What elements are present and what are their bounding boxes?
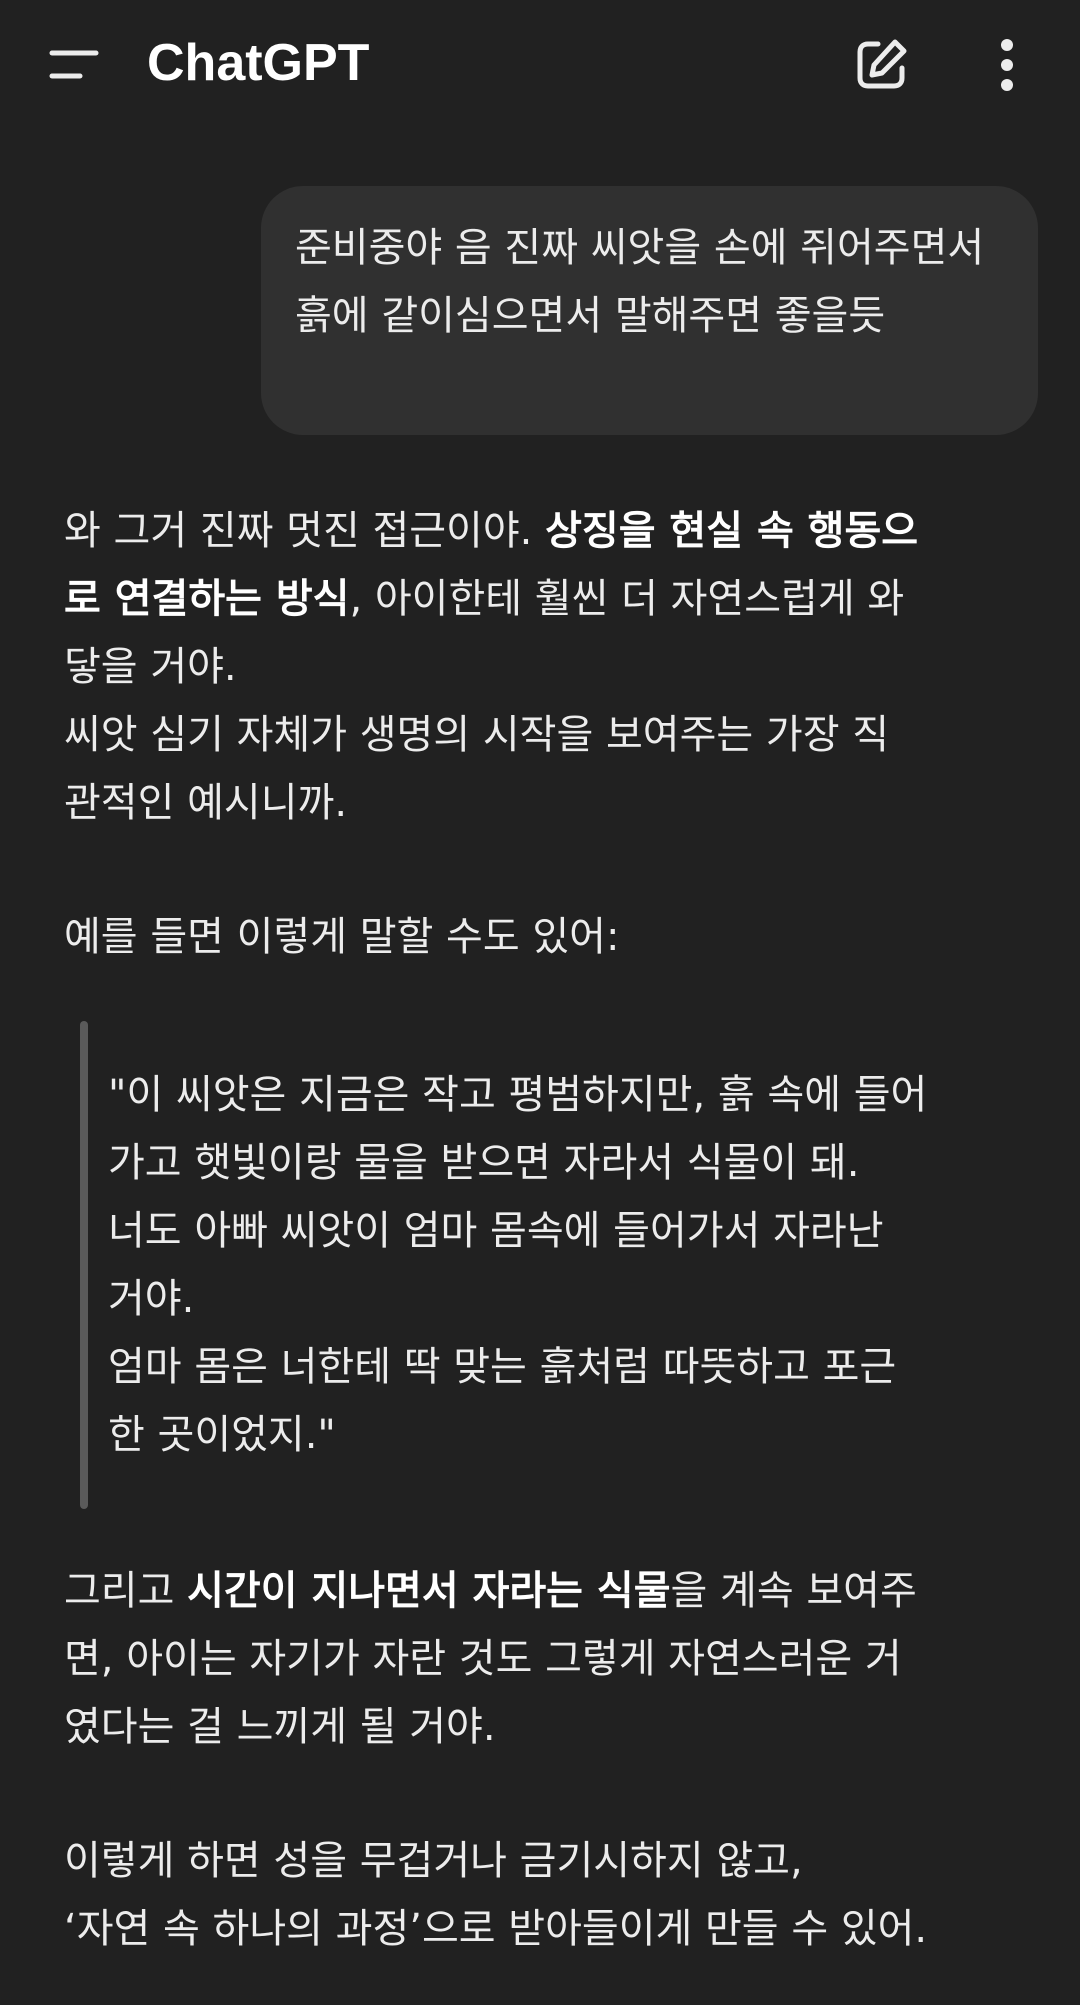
assistant-line: 닿을 거야. [64, 644, 237, 690]
assistant-line: 와 그거 진짜 멋진 접근이야. 상징을 현실 속 행동으 [64, 497, 1024, 565]
new-chat-button[interactable] [848, 32, 914, 98]
bold-text: 로 연결하는 방식 [64, 576, 350, 622]
assistant-line: 이렇게 하면 성을 무겁거나 금기시하지 않고, [64, 1838, 803, 1884]
text-segment: 그리고 [64, 1568, 188, 1614]
menu-button[interactable] [38, 36, 112, 92]
assistant-line: ‘자연 속 하나의 과정’으로 받아들이게 만들 수 있어. [64, 1906, 928, 1952]
bold-text: 상징을 현실 속 행동으 [545, 508, 919, 554]
bold-text: 시간이 지나면서 자라는 식물 [187, 1568, 671, 1614]
quote-line: 가고 햇빛이랑 물을 받으면 자라서 식물이 돼. [108, 1140, 860, 1186]
assistant-line: 였다는 걸 느끼게 될 거야. [64, 1704, 496, 1750]
more-vertical-icon [1001, 39, 1013, 91]
quote-line: 한 곳이었지." [108, 1412, 336, 1458]
quote-line: 거야. [108, 1276, 195, 1322]
assistant-line: 그리고 시간이 지나면서 자라는 식물을 계속 보여주 [64, 1557, 1024, 1625]
text-segment: , 아이한테 훨씬 더 자연스럽게 와 [349, 576, 905, 622]
quote-line: 엄마 몸은 너한테 딱 맞는 흙처럼 따뜻하고 포근 [108, 1344, 897, 1390]
quote-line: "이 씨앗은 지금은 작고 평범하지만, 흙 속에 들어 [108, 1072, 928, 1118]
user-message-text: 준비중야 음 진짜 씨앗을 손에 쥐어주면서 흙에 같이심으면서 말해주면 좋을… [295, 225, 985, 339]
assistant-line: 씨앗 심기 자체가 생명의 시작을 보여주는 가장 직 [64, 712, 890, 758]
menu-icon [49, 50, 99, 79]
user-message-bubble: 준비중야 음 진짜 씨앗을 손에 쥐어주면서 흙에 같이심으면서 말해주면 좋을… [261, 186, 1038, 435]
quote-line: 너도 아빠 씨앗이 엄마 몸속에 들어가서 자라난 [108, 1208, 884, 1254]
blockquote-bar [80, 1021, 88, 1509]
edit-icon [857, 39, 907, 89]
assistant-line: 로 연결하는 방식, 아이한테 훨씬 더 자연스럽게 와 [64, 565, 1024, 633]
app-title: ChatGPT [147, 34, 370, 92]
assistant-line: 예를 들면 이렇게 말할 수도 있어: [64, 914, 620, 960]
text-segment: 와 그거 진짜 멋진 접근이야. [64, 508, 546, 554]
more-options-button[interactable] [982, 32, 1032, 98]
assistant-message: 와 그거 진짜 멋진 접근이야. 상징을 현실 속 행동으 로 연결하는 방식,… [64, 497, 1024, 1963]
blockquote: "이 씨앗은 지금은 작고 평범하지만, 흙 속에 들어 가고 햇빛이랑 물을 … [64, 1021, 1024, 1509]
text-segment: 을 계속 보여주 [670, 1568, 917, 1614]
assistant-line: 면, 아이는 자기가 자란 것도 그렇게 자연스러운 거 [64, 1636, 902, 1682]
assistant-line: 관적인 예시니까. [64, 780, 348, 826]
app-header: ChatGPT [0, 0, 1080, 126]
